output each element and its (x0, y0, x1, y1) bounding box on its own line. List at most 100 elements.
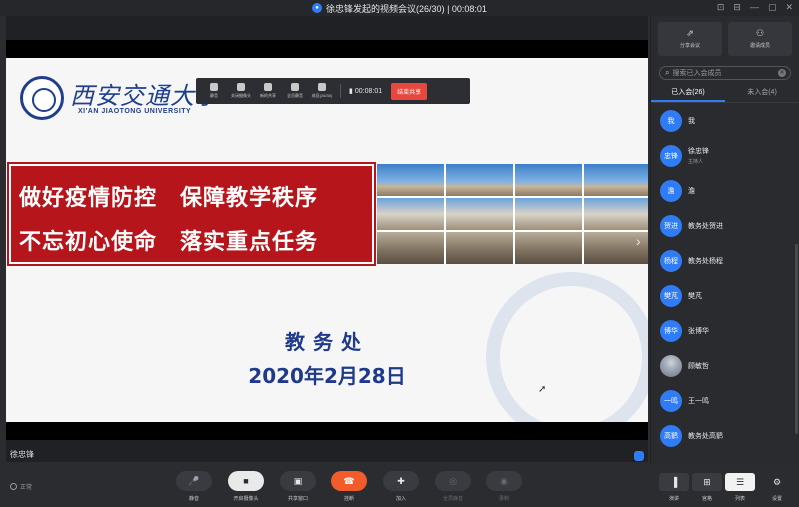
record-icon: ◉ (486, 471, 522, 491)
share-mute-all-button[interactable]: 全员静音 (283, 83, 307, 99)
screen-icon (264, 83, 272, 91)
share-camera-button[interactable]: 关闭摄像头 (229, 83, 253, 99)
campus-photo-grid (377, 164, 648, 264)
view-label: 演讲 (668, 496, 679, 502)
window-title: 徐忠锋发起的视频会议(26/30) | 00:08:01 (326, 3, 487, 14)
record-button: ◉ 录制 (484, 471, 524, 502)
camera-icon (237, 83, 245, 91)
share-meeting-label: 分享会议 (679, 43, 700, 49)
member-name: 樊芃 (688, 292, 702, 300)
gallery-view-button[interactable]: ⊞ 宫格 (691, 473, 723, 502)
share-new-label: 新的共享 (260, 93, 276, 98)
member-row[interactable]: 贺进 教务处贺进 (651, 208, 799, 243)
avatar: 一鸣 (660, 389, 682, 412)
fullscreen-icon[interactable]: ⊟ (733, 2, 741, 13)
chat-icon[interactable] (634, 451, 644, 461)
share-mute-button[interactable]: 静音 (202, 83, 226, 99)
close-icon[interactable]: ✕ (785, 2, 793, 13)
share-members-button[interactable]: 成员(26/30) (310, 83, 334, 99)
share-toolbar: 静音 关闭摄像头 新的共享 全员静音 成员(26/30) ▮ 00:08:01 结… (196, 78, 470, 104)
signal-icon: ▮ (349, 88, 353, 95)
mic-button[interactable]: 🎤 静音 (174, 471, 214, 502)
banner-line-1: 做好疫情防控 保障教学秩序 (19, 186, 319, 211)
toolbar-label: 挂断 (343, 496, 354, 502)
tab-joined[interactable]: 已入会(26) (651, 85, 725, 102)
member-list-scrollbar[interactable] (795, 244, 798, 434)
toolbar-label: 加入 (395, 496, 406, 502)
video-stage[interactable]: 西安交通大学 XI'AN JIAOTONG UNIVERSITY 静音 关闭摄像… (6, 16, 648, 462)
member-role: 主持人 (688, 159, 704, 165)
mute-all-icon: ◎ (435, 471, 471, 491)
camera-icon: ■ (228, 471, 264, 491)
add-user-button[interactable]: ✚ 加入 (381, 471, 421, 502)
member-row[interactable]: 博华 张博华 (651, 313, 799, 348)
member-row[interactable]: 一鸣 王一鸣 (651, 383, 799, 418)
member-name: 教务处贺进 (688, 222, 723, 230)
camera-button[interactable]: ■ 开启摄像头 (226, 471, 266, 502)
settings-icon: ⚙ (772, 476, 782, 487)
member-name: 顾敏哲 (688, 362, 709, 370)
mic-icon: 🎤 (176, 471, 212, 491)
share-timer-value: 00:08:01 (354, 87, 383, 95)
member-name: 教务处高鹡 (688, 432, 723, 440)
member-row[interactable]: 澹澹 (651, 173, 799, 208)
share-meeting-button[interactable]: ⇗ 分享会议 (658, 22, 722, 56)
tab-not-joined[interactable]: 未入会(4) (725, 85, 799, 102)
member-info: 我 (688, 116, 695, 126)
maximize-icon[interactable]: ▢ (768, 2, 777, 13)
settings-button[interactable]: ⚙ 设置 (761, 473, 793, 503)
toolbar-label: 全员静音 (442, 496, 463, 502)
member-info: 樊芃 (688, 291, 702, 301)
network-status: 正常 (10, 482, 32, 491)
university-name-en: XI'AN JIAOTONG UNIVERSITY (78, 108, 192, 115)
share-mute-label: 静音 (210, 93, 218, 98)
clear-icon[interactable]: ✕ (778, 69, 786, 77)
speaker-name: 徐忠锋 (10, 450, 34, 459)
member-name: 张博华 (688, 327, 709, 335)
toolbar-label: 开启摄像头 (233, 496, 259, 502)
gallery-view-icon: ⊞ (692, 473, 722, 491)
add-user-icon: ✚ (383, 471, 419, 491)
member-row[interactable]: 樊芃 樊芃 (651, 278, 799, 313)
avatar: 贺进 (660, 214, 682, 237)
member-name: 我 (688, 117, 695, 125)
divider (340, 84, 341, 98)
members-panel: ⇗ 分享会议 ⚇ 邀请成员 ⌕ 搜索已入会成员 ✕ 已入会(26) 未入会(4)… (650, 16, 799, 464)
speaker-view-button[interactable]: ▐ 演讲 (658, 473, 690, 502)
member-name: 澹 (688, 187, 695, 195)
member-name: 教务处杨程 (688, 257, 723, 265)
title-bar: ● 徐忠锋发起的视频会议(26/30) | 00:08:01 ⊡ ⊟ — ▢ ✕ (0, 0, 799, 16)
member-row[interactable]: 忠锋 徐忠锋主持人 (651, 138, 799, 173)
pin-icon[interactable]: ⊡ (717, 2, 725, 13)
minimize-icon[interactable]: — (750, 2, 759, 13)
member-row[interactable]: 杨程 教务处杨程 (651, 243, 799, 278)
member-name: 徐忠锋 (688, 148, 709, 155)
avatar: 忠锋 (660, 144, 682, 167)
view-label: 宫格 (701, 496, 712, 502)
avatar: 杨程 (660, 249, 682, 272)
network-icon (10, 483, 17, 490)
member-search-input[interactable]: ⌕ 搜索已入会成员 ✕ (659, 66, 791, 80)
slogan-banner: 做好疫情防控 保障教学秩序 不忘初心使命 落实重点任务 (7, 162, 376, 266)
list-button[interactable]: ☰ 列表 (724, 473, 756, 502)
member-list: 我我忠锋 徐忠锋 主持人澹澹贺进 教务处贺进 杨程 教务处杨程 樊芃 樊芃 博华 张博华 顾敏哲 一鸣… (651, 103, 799, 453)
chevron-right-icon: › (636, 233, 641, 249)
share-screen-button[interactable]: ▣ 共享窗口 (278, 471, 318, 502)
avatar: 高鹡 (660, 424, 682, 447)
panel-actions: ⇗ 分享会议 ⚇ 邀请成员 (651, 16, 799, 62)
department-title: 教务处 (285, 330, 369, 354)
member-info: 澹 (688, 186, 695, 196)
invite-members-button[interactable]: ⚇ 邀请成员 (728, 22, 792, 56)
view-label: 设置 (771, 496, 782, 502)
members-icon (318, 83, 326, 91)
hangup-button[interactable]: ☎ 挂断 (329, 471, 369, 502)
member-row[interactable]: 高鹡 教务处高鹡 (651, 418, 799, 453)
banner-line-2: 不忘初心使命 落实重点任务 (19, 230, 319, 255)
view-label: 列表 (734, 496, 745, 502)
bottom-toolbar: 正常 🎤 静音 ■ 开启摄像头 ▣ 共享窗口 ☎ 挂断 ✚ 加入 ◎ 全员静音 ◉ 录制 ▐ 演讲 ⊞ 宫格 ☰ 列… (0, 464, 799, 507)
member-row[interactable]: 我我 (651, 103, 799, 138)
member-row[interactable]: 顾敏哲 (651, 348, 799, 383)
end-share-button[interactable]: 结束共享 (391, 82, 428, 100)
share-new-button[interactable]: 新的共享 (256, 83, 280, 99)
share-screen-icon: ▣ (280, 471, 316, 491)
